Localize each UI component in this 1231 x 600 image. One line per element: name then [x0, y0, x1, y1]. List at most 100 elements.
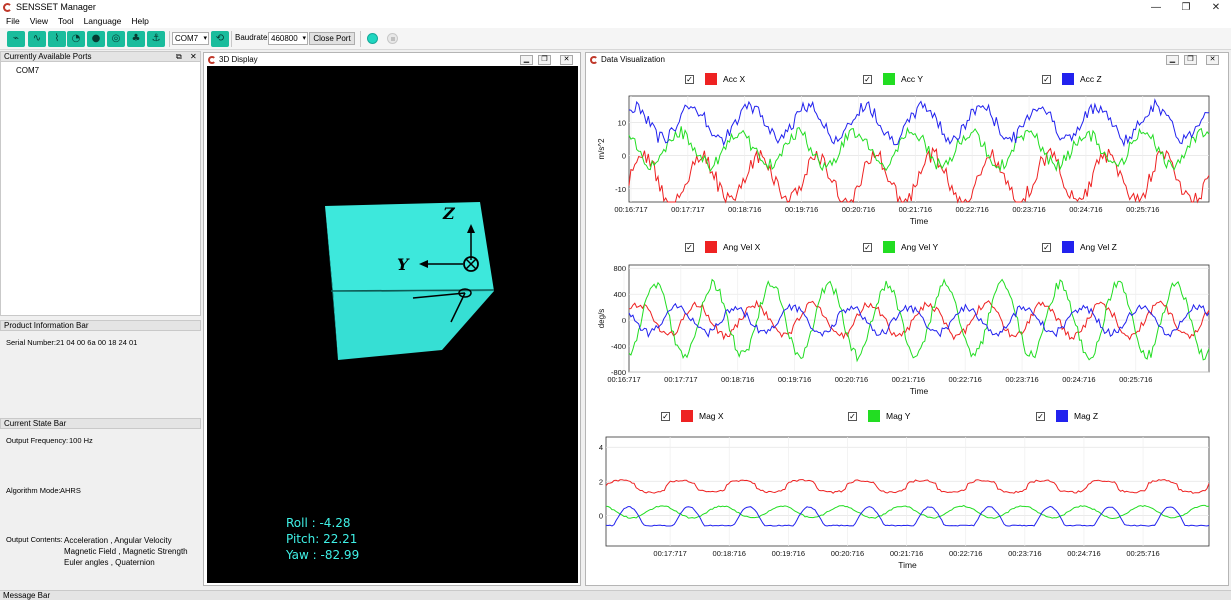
y-tick-label: -10	[615, 185, 626, 194]
restore-icon[interactable]: ❐	[1184, 55, 1197, 65]
plot-area	[605, 436, 1210, 547]
sensor-icon[interactable]: ⌁	[7, 31, 25, 47]
x-tick-label: 00:25:716	[1126, 205, 1159, 214]
baudrate-select[interactable]: 460800 ▾	[268, 32, 308, 45]
color-swatch	[883, 73, 895, 85]
baudrate-label: Baudrate:	[235, 33, 270, 42]
x-tick-label: 00:23:716	[1012, 205, 1045, 214]
location-pin-icon[interactable]: ●	[87, 31, 105, 47]
record-start-button[interactable]	[367, 33, 378, 44]
serial-label: Serial Number:	[6, 338, 57, 347]
color-swatch	[868, 410, 880, 422]
port-item[interactable]: COM7	[16, 66, 39, 75]
title-bar: SENSSET Manager — ❐ ✕	[0, 0, 1231, 15]
serial-value: 21 04 00 6a 00 18 24 01	[56, 338, 138, 347]
checkbox[interactable]: ✓	[1036, 412, 1045, 421]
x-tick-label: 00:19:716	[778, 375, 811, 384]
chevron-down-icon: ▾	[302, 35, 306, 42]
z-axis-label: Z	[442, 204, 456, 223]
refresh-icon[interactable]: ⟲	[211, 31, 229, 47]
maximize-button[interactable]: ❐	[1171, 0, 1201, 15]
checkbox[interactable]: ✓	[863, 75, 872, 84]
angvel-legend: ✓ Ang Vel X ✓ Ang Vel Y ✓ Ang Vel Z	[685, 241, 1205, 255]
checkbox[interactable]: ✓	[661, 412, 670, 421]
display3d-titlebar: 3D Display ▁ ❐ ✕	[204, 53, 580, 67]
product-panel-header: Product Information Bar	[0, 320, 201, 331]
y-tick-label: 0	[599, 511, 603, 520]
menu-bar: File View Tool Language Help	[0, 15, 1231, 28]
plot-area	[628, 95, 1210, 203]
y-axis-label: Y	[397, 255, 410, 274]
sensor-cube: Z Y	[325, 202, 495, 360]
algorithm-label: Algorithm Mode:	[6, 486, 61, 495]
checkbox[interactable]: ✓	[685, 243, 694, 252]
acc-chart[interactable]: 10 0 -10 00:16:717 00:17:717 00:18:716 00:19:7…	[594, 90, 1223, 236]
legend-label: Ang Vel Z	[1080, 242, 1117, 252]
color-swatch	[1062, 73, 1074, 85]
heartbeat-icon[interactable]: ⌇	[48, 31, 66, 47]
x-tick-label: 00:18:716	[713, 549, 746, 558]
minimize-icon[interactable]: ▁	[520, 55, 533, 65]
x-tick-label: 00:16:717	[607, 375, 640, 384]
pitch-readout: Pitch: 22.21	[286, 532, 358, 546]
close-icon[interactable]: ✕	[1206, 55, 1219, 65]
close-icon[interactable]: ✕	[190, 52, 197, 62]
menu-view[interactable]: View	[26, 15, 52, 28]
checkbox[interactable]: ✓	[848, 412, 857, 421]
float-icon[interactable]: ⧉	[176, 52, 182, 62]
chevron-down-icon: ▾	[203, 35, 207, 42]
contents-label: Output Contents:	[6, 535, 63, 544]
color-swatch	[1062, 241, 1074, 253]
menu-language[interactable]: Language	[80, 15, 126, 28]
close-window-button[interactable]: ✕	[1201, 0, 1231, 15]
dataviz-titlebar: Data Visualization ▁ ❐ ✕	[586, 53, 1228, 67]
toolbar-separator	[169, 31, 170, 47]
x-tick-label: 00:21:716	[890, 549, 923, 558]
checkbox[interactable]: ✓	[685, 75, 694, 84]
x-tick-label: 00:22:716	[955, 205, 988, 214]
minimize-icon[interactable]: ▁	[1166, 55, 1179, 65]
record-stop-button[interactable]	[387, 33, 398, 44]
port-select[interactable]: COM7 ▾	[172, 32, 209, 45]
ports-panel-header: Currently Available Ports ⧉ ✕	[0, 51, 201, 62]
angvel-chart-svg: 8004000-400-80000:16:71700:17:71700:18:7…	[597, 264, 1210, 396]
x-tick-label: 00:19:716	[772, 549, 805, 558]
compass-icon[interactable]: ◎	[107, 31, 125, 47]
menu-file[interactable]: File	[2, 15, 24, 28]
x-tick-label: 00:24:716	[1067, 549, 1100, 558]
x-tick-label: 00:18:716	[728, 205, 761, 214]
close-icon[interactable]: ✕	[560, 55, 573, 65]
port-select-value: COM7	[175, 34, 199, 43]
color-swatch	[705, 73, 717, 85]
minimize-button[interactable]: —	[1141, 0, 1171, 15]
speedometer-icon[interactable]: ◔	[67, 31, 85, 47]
close-port-button[interactable]: Close Port	[309, 32, 355, 45]
acc-legend: ✓ Acc X ✓ Acc Y ✓ Acc Z	[685, 73, 1205, 87]
angvel-chart[interactable]: 8004000-400-80000:16:71700:17:71700:18:7…	[594, 259, 1223, 405]
dataviz-title: Data Visualization	[601, 55, 665, 64]
menu-help[interactable]: Help	[127, 15, 152, 28]
legend-label: Acc Y	[901, 74, 924, 84]
waveform-icon[interactable]: ∿	[28, 31, 46, 47]
color-swatch	[681, 410, 693, 422]
x-axis-title: Time	[898, 560, 917, 570]
anchor-icon[interactable]: ⚓	[147, 31, 165, 47]
bulb-icon[interactable]: ♣	[127, 31, 145, 47]
x-tick-label: 00:16:717	[614, 205, 647, 214]
y-tick-label: 2	[599, 477, 603, 486]
mag-chart[interactable]: 4 2 0 00:17:717 00:18:716 00:19:716 00:20:716 0…	[594, 429, 1223, 575]
x-tick-label: 00:21:716	[892, 375, 925, 384]
toolbar: ⌁ ∿ ⌇ ◔ ● ◎ ♣ ⚓ COM7 ▾ ⟲ Baudrate: 460800…	[0, 28, 1231, 50]
display3d-canvas[interactable]: Z Y Roll : -4.28 Pitch: 22.21 Yaw : -82.…	[207, 66, 578, 583]
legend-label: Mag Z	[1074, 411, 1099, 421]
menu-tool[interactable]: Tool	[54, 15, 78, 28]
app-logo-icon	[3, 3, 12, 12]
contents-line: Euler angles , Quaternion	[64, 558, 155, 567]
restore-icon[interactable]: ❐	[538, 55, 551, 65]
checkbox[interactable]: ✓	[863, 243, 872, 252]
checkbox[interactable]: ✓	[1042, 75, 1051, 84]
checkbox[interactable]: ✓	[1042, 243, 1051, 252]
toolbar-separator	[231, 31, 232, 47]
mag-chart-svg: 4 2 0 00:17:717 00:18:716 00:19:716 00:20:716 0…	[599, 436, 1210, 570]
window-icon	[208, 56, 216, 64]
